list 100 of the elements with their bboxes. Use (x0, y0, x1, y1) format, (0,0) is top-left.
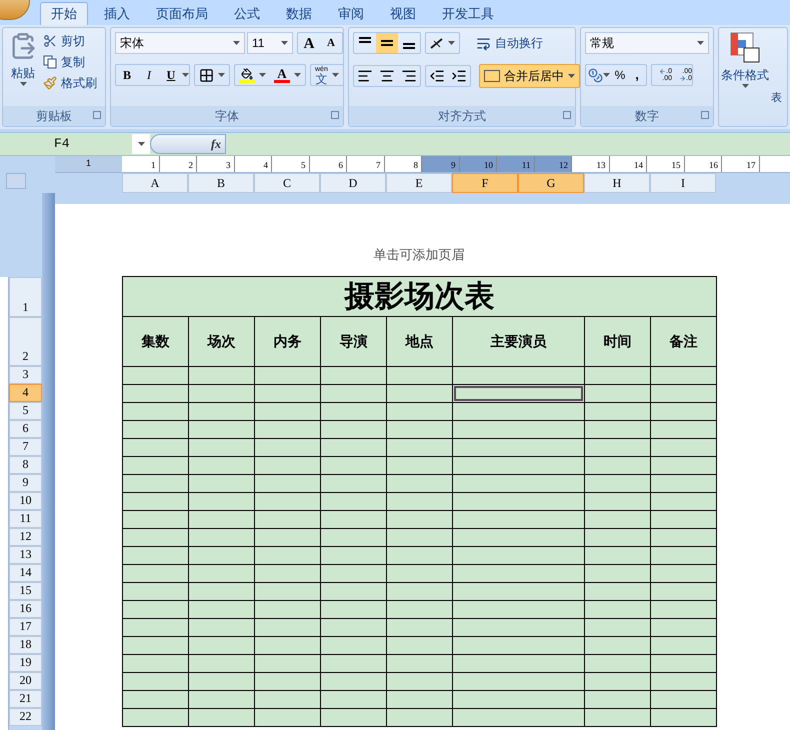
name-box[interactable]: F4 (0, 134, 132, 154)
ribbon-tab[interactable]: 审阅 (328, 2, 374, 25)
table-cell[interactable] (189, 385, 255, 403)
table-cell[interactable] (321, 691, 387, 709)
table-cell[interactable] (123, 529, 189, 547)
table-cell[interactable] (651, 403, 717, 421)
table-cell[interactable] (453, 565, 585, 583)
table-cell[interactable] (651, 367, 717, 385)
align-center-icon[interactable] (379, 68, 395, 84)
table-cell[interactable] (585, 457, 651, 475)
dialog-launcher-icon[interactable] (701, 111, 709, 119)
table-cell[interactable] (189, 529, 255, 547)
align-right-icon[interactable] (401, 68, 417, 84)
italic-button[interactable]: I (138, 66, 160, 84)
column-header[interactable]: B (188, 173, 254, 193)
table-cell[interactable] (453, 493, 585, 511)
table-cell[interactable] (585, 619, 651, 637)
table-cell[interactable] (321, 367, 387, 385)
table-cell[interactable] (651, 673, 717, 691)
table-cell[interactable] (321, 655, 387, 673)
table-cell[interactable] (189, 601, 255, 619)
table-cell[interactable] (255, 565, 321, 583)
table-cell[interactable] (453, 673, 585, 691)
table-cell[interactable] (123, 655, 189, 673)
table-cell[interactable] (387, 385, 453, 403)
table-cell[interactable] (321, 421, 387, 439)
ribbon-tab[interactable]: 页面布局 (146, 2, 218, 25)
table-cell[interactable] (189, 493, 255, 511)
table-cell[interactable] (651, 709, 717, 727)
ribbon-tab[interactable]: 开发工具 (432, 2, 504, 25)
row-header[interactable]: 16 (9, 600, 42, 618)
table-cell[interactable] (387, 637, 453, 655)
table-cell[interactable] (453, 619, 585, 637)
column-header[interactable]: A (122, 173, 188, 193)
table-cell[interactable] (453, 367, 585, 385)
table-cell[interactable] (255, 385, 321, 403)
table-cell[interactable] (453, 637, 585, 655)
table-cell[interactable] (321, 601, 387, 619)
column-header[interactable]: E (386, 173, 452, 193)
row-header[interactable]: 15 (9, 582, 42, 600)
table-cell[interactable] (585, 385, 651, 403)
table-cell[interactable] (255, 583, 321, 601)
table-cell[interactable] (585, 529, 651, 547)
caret-icon[interactable] (259, 73, 266, 77)
table-cell[interactable] (387, 673, 453, 691)
table-cell[interactable] (387, 493, 453, 511)
table-cell[interactable] (189, 367, 255, 385)
table-cell[interactable] (255, 529, 321, 547)
wrap-text-button[interactable]: 自动换行 (476, 34, 543, 52)
table-cell[interactable] (585, 691, 651, 709)
table-cell[interactable] (189, 619, 255, 637)
table-cell[interactable] (651, 583, 717, 601)
table-cell[interactable] (387, 709, 453, 727)
table-cell[interactable] (255, 511, 321, 529)
font-size-dropdown[interactable]: 11 (247, 32, 293, 54)
table-cell[interactable] (453, 547, 585, 565)
table-cell[interactable] (651, 601, 717, 619)
table-cell[interactable] (585, 583, 651, 601)
table-cell[interactable] (123, 511, 189, 529)
table-cell[interactable] (189, 475, 255, 493)
table-cell[interactable] (255, 421, 321, 439)
table-cell[interactable] (651, 511, 717, 529)
ribbon-tab[interactable]: 公式 (224, 2, 270, 25)
table-cell[interactable] (189, 709, 255, 727)
caret-icon[interactable] (218, 73, 225, 77)
font-color-button[interactable]: A (274, 67, 290, 83)
table-cell[interactable] (189, 673, 255, 691)
column-header[interactable]: I (650, 173, 716, 193)
table-cell[interactable] (651, 475, 717, 493)
table-cell[interactable] (189, 565, 255, 583)
insert-function-button[interactable]: fx (211, 135, 221, 153)
table-cell[interactable] (387, 547, 453, 565)
align-left-icon[interactable] (357, 68, 373, 84)
format-painter-button[interactable]: 格式刷 (43, 74, 97, 92)
table-cell[interactable] (123, 439, 189, 457)
table-cell[interactable] (255, 655, 321, 673)
table-cell[interactable] (123, 637, 189, 655)
table-cell[interactable] (321, 403, 387, 421)
table-cell[interactable] (189, 457, 255, 475)
format-table-label[interactable]: 表 (771, 90, 782, 126)
row-header[interactable]: 10 (9, 492, 42, 510)
row-header[interactable]: 2 (9, 317, 42, 366)
table-cell[interactable] (585, 511, 651, 529)
table-cell[interactable] (255, 439, 321, 457)
table-cell[interactable] (255, 637, 321, 655)
dialog-launcher-icon[interactable] (563, 111, 571, 119)
column-header[interactable]: G (518, 173, 584, 193)
table-cell[interactable] (453, 421, 585, 439)
table-cell[interactable] (321, 583, 387, 601)
table-cell[interactable] (123, 583, 189, 601)
row-header[interactable]: 6 (9, 420, 42, 438)
table-cell[interactable] (123, 691, 189, 709)
table-cell[interactable] (255, 493, 321, 511)
table-cell[interactable] (189, 655, 255, 673)
caret-icon[interactable] (603, 73, 610, 77)
table-cell[interactable] (387, 475, 453, 493)
table-cell[interactable] (387, 511, 453, 529)
table-cell[interactable] (585, 601, 651, 619)
table-cell[interactable] (453, 457, 585, 475)
copy-button[interactable]: 复制 (43, 53, 97, 71)
